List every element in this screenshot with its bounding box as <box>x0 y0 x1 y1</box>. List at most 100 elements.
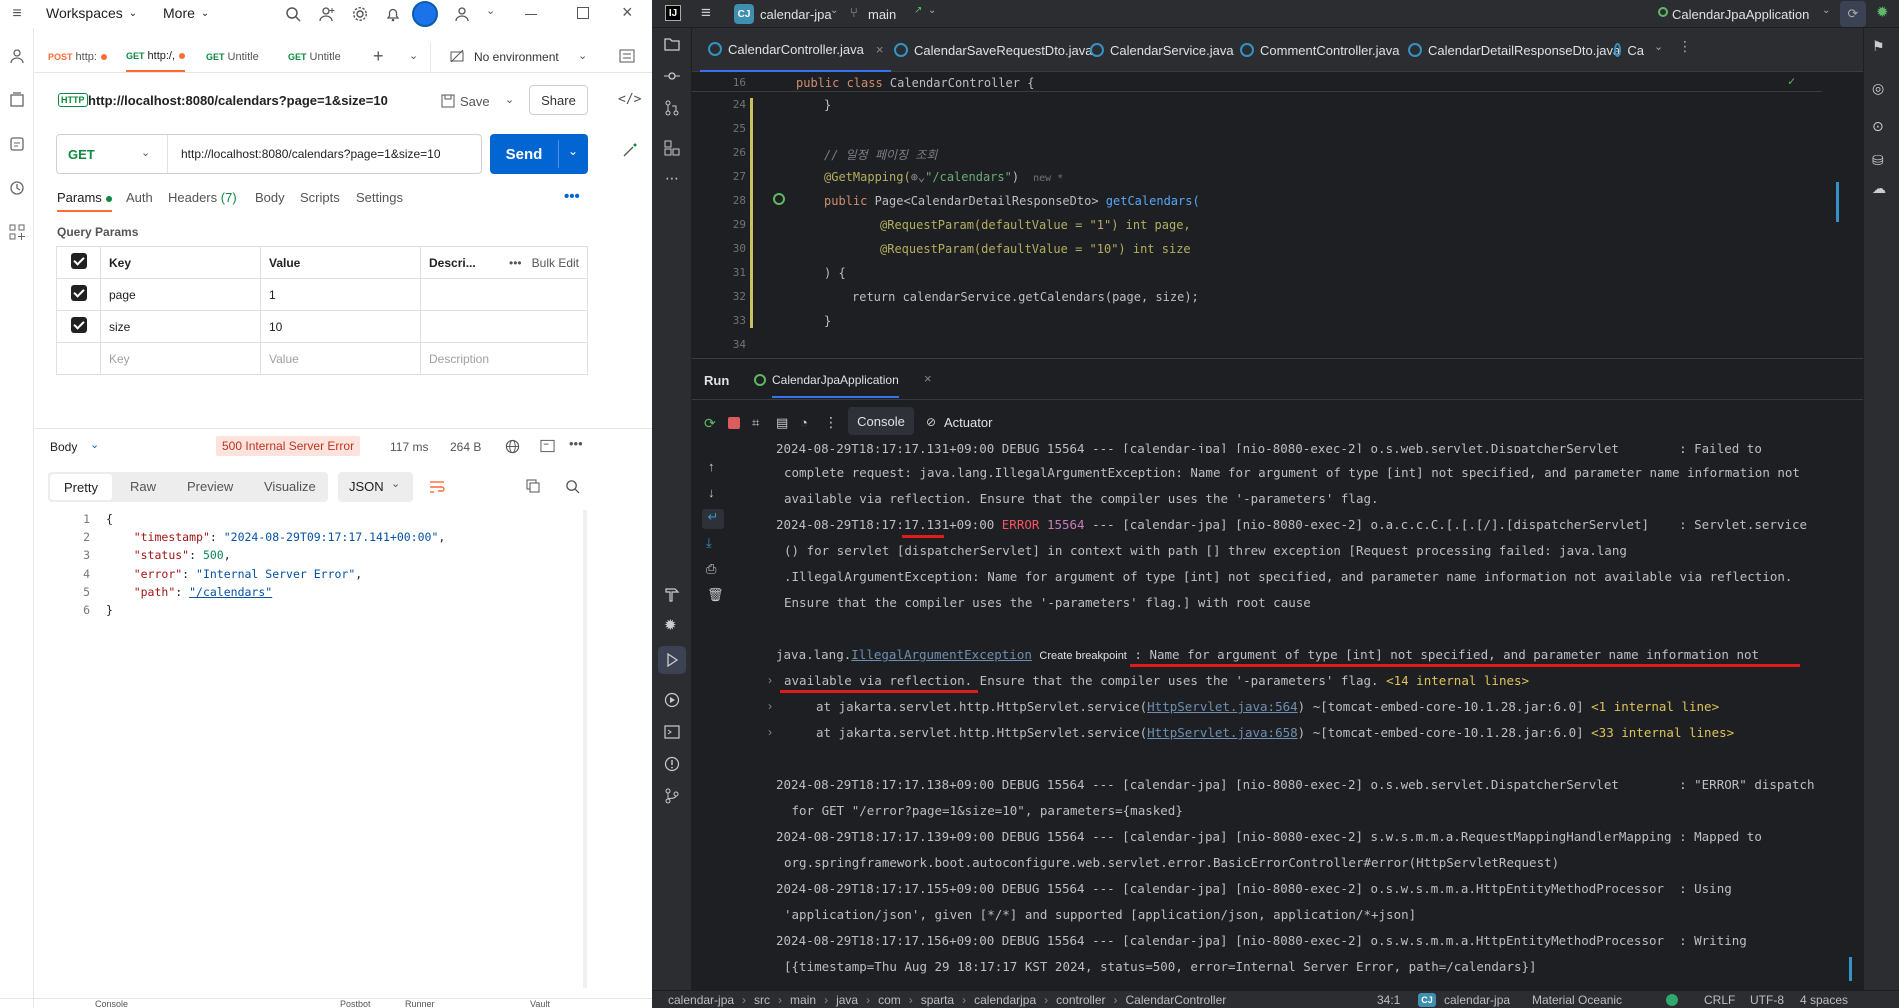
column-options-icon[interactable]: ••• <box>509 256 522 270</box>
url-input[interactable]: http://localhost:8080/calendars?page=1&s… <box>181 147 441 161</box>
environment-selector[interactable]: No environment <box>474 50 559 64</box>
breadcrumb-item[interactable]: com <box>878 993 901 1007</box>
tab-raw[interactable]: Raw <box>130 479 156 494</box>
response-size[interactable]: 264 B <box>450 440 481 454</box>
account-user-icon[interactable] <box>452 4 472 24</box>
more-options-icon[interactable]: ⋮ <box>824 414 838 431</box>
close-tab-icon[interactable]: × <box>924 371 932 386</box>
response-time[interactable]: 117 ms <box>390 440 428 454</box>
param-value-input[interactable]: 10 <box>260 310 421 343</box>
environment-quicklook-icon[interactable] <box>618 48 636 64</box>
status-badge[interactable]: 500 Internal Server Error <box>216 436 361 456</box>
print-icon[interactable]: ⎙ <box>706 561 716 577</box>
new-param-value-input[interactable]: Value <box>260 342 421 375</box>
module-name[interactable]: calendar-jpa <box>1444 993 1510 1007</box>
new-param-description-input[interactable]: Description <box>420 342 588 375</box>
param-enabled-checkbox[interactable] <box>70 317 87 333</box>
minimize-icon[interactable] <box>525 14 537 15</box>
apps-grid-icon[interactable] <box>7 222 27 242</box>
spring-bean-gutter-icon[interactable] <box>773 193 785 205</box>
tab-body[interactable]: Body <box>255 190 285 205</box>
expand-chevron-icon[interactable]: › <box>768 725 772 739</box>
footer-runner[interactable]: Runner <box>405 999 435 1008</box>
request-tab[interactable]: POST http: <box>48 42 107 72</box>
breadcrumb-item[interactable]: src <box>754 993 770 1007</box>
services-icon[interactable] <box>664 692 680 708</box>
invite-user-icon[interactable] <box>317 4 337 24</box>
tab-settings[interactable]: Settings <box>356 190 403 205</box>
editor-tab[interactable]: CalendarDetailResponseDto.java <box>1408 28 1620 72</box>
main-menu-icon[interactable]: ≡ <box>701 3 711 23</box>
structure-icon[interactable] <box>664 140 680 156</box>
editor-tab[interactable]: Ca <box>1614 28 1644 72</box>
share-button[interactable]: Share <box>529 85 588 115</box>
camera-icon[interactable]: ⌗ <box>752 415 759 431</box>
param-description-input[interactable] <box>420 310 588 343</box>
chevron-down-icon[interactable]: ⌄ <box>141 146 150 159</box>
database-icon[interactable]: ⛁ <box>1872 152 1884 169</box>
settings-icon[interactable] <box>350 4 370 24</box>
editor-scrollbar[interactable] <box>1836 182 1839 222</box>
commit-icon[interactable] <box>664 68 680 84</box>
response-scrollbar[interactable] <box>583 510 587 988</box>
terminal-icon[interactable] <box>664 724 680 740</box>
code-editor[interactable]: 16 public class CalendarController { 24 … <box>692 72 1863 357</box>
chevron-down-icon[interactable]: ⌄ <box>578 49 587 62</box>
git-icon[interactable] <box>664 788 680 804</box>
method-selector[interactable]: GET <box>68 147 95 162</box>
scroll-down-icon[interactable]: ↓ <box>708 485 715 500</box>
param-enabled-checkbox[interactable] <box>70 285 87 301</box>
new-param-key-input[interactable]: Key <box>100 342 261 375</box>
line-separator[interactable]: CRLF <box>1704 993 1735 1007</box>
tabs-overflow-chevron-icon[interactable]: ⌄ <box>1654 40 1663 53</box>
status-indicator[interactable] <box>1666 994 1678 1006</box>
search-icon[interactable] <box>283 4 303 24</box>
inspection-ok-icon[interactable]: ✓ <box>1788 74 1795 88</box>
param-value-input[interactable]: 1 <box>260 278 421 311</box>
more-options-icon[interactable]: ⋮ <box>1678 38 1692 55</box>
request-tab[interactable]: GET Untitle <box>288 42 341 72</box>
ai-assistant-icon[interactable]: ◎ <box>1872 80 1884 97</box>
send-options-chevron-icon[interactable]: ⌄ <box>568 144 578 158</box>
save-button[interactable]: Save <box>460 94 490 109</box>
run-configuration-selector[interactable]: CalendarJpaApplication <box>1672 7 1809 22</box>
internal-lines-fold[interactable]: <33 internal lines> <box>1591 725 1734 740</box>
notifications-icon[interactable]: ⚑ <box>1872 38 1885 55</box>
profiler-icon[interactable]: ◔ <box>800 415 808 430</box>
source-link[interactable]: HttpServlet.java:564 <box>1147 699 1298 714</box>
response-body-label[interactable]: Body <box>50 440 77 454</box>
footer-console[interactable]: Console <box>95 999 128 1008</box>
breadcrumb-item[interactable]: calendarjpa <box>974 993 1036 1007</box>
chevron-down-icon[interactable]: ⌄ <box>486 4 495 17</box>
request-tab[interactable]: GET Untitle <box>206 42 259 72</box>
branch-selector[interactable]: main <box>868 7 896 22</box>
request-title[interactable]: http://localhost:8080/calendars?page=1&s… <box>88 93 388 108</box>
tab-params[interactable]: Params <box>57 190 112 212</box>
breadcrumb-item[interactable]: controller <box>1056 993 1105 1007</box>
stop-icon[interactable] <box>728 417 740 429</box>
project-folder-icon[interactable] <box>664 36 680 52</box>
console-tab[interactable]: Console <box>848 407 914 435</box>
project-selector[interactable]: calendar-jpa <box>760 7 832 22</box>
dump-threads-icon[interactable]: ▤ <box>776 415 788 431</box>
tab-visualize[interactable]: Visualize <box>264 479 316 494</box>
expand-chevron-icon[interactable]: › <box>768 699 772 713</box>
code-snippet-icon[interactable]: </> <box>618 92 641 107</box>
chevron-down-icon[interactable]: ⌄ <box>409 49 418 62</box>
more-options-icon[interactable]: ••• <box>564 188 580 205</box>
bulk-edit-button[interactable]: Bulk Edit <box>532 256 579 270</box>
run-config-tab[interactable]: CalendarJpaApplication <box>772 373 899 398</box>
build-hammer-icon[interactable] <box>664 586 680 602</box>
clear-all-trash-icon[interactable]: 🗑 <box>707 587 724 603</box>
url-mapping-globe-icon[interactable]: ⊕⌄ <box>911 170 925 184</box>
problems-icon[interactable] <box>664 756 680 772</box>
breadcrumb-item[interactable]: sparta <box>921 993 954 1007</box>
select-all-checkbox[interactable] <box>70 253 87 269</box>
actuator-tab[interactable]: Actuator <box>944 415 992 430</box>
maximize-icon[interactable] <box>577 7 589 19</box>
save-options-chevron-icon[interactable]: ⌄ <box>505 93 514 106</box>
internal-lines-fold[interactable]: <1 internal line> <box>1591 699 1719 714</box>
param-description-input[interactable] <box>420 278 588 311</box>
editor-tab[interactable]: CommentController.java <box>1240 28 1399 72</box>
format-selector[interactable]: JSON ⌄ <box>338 472 413 502</box>
